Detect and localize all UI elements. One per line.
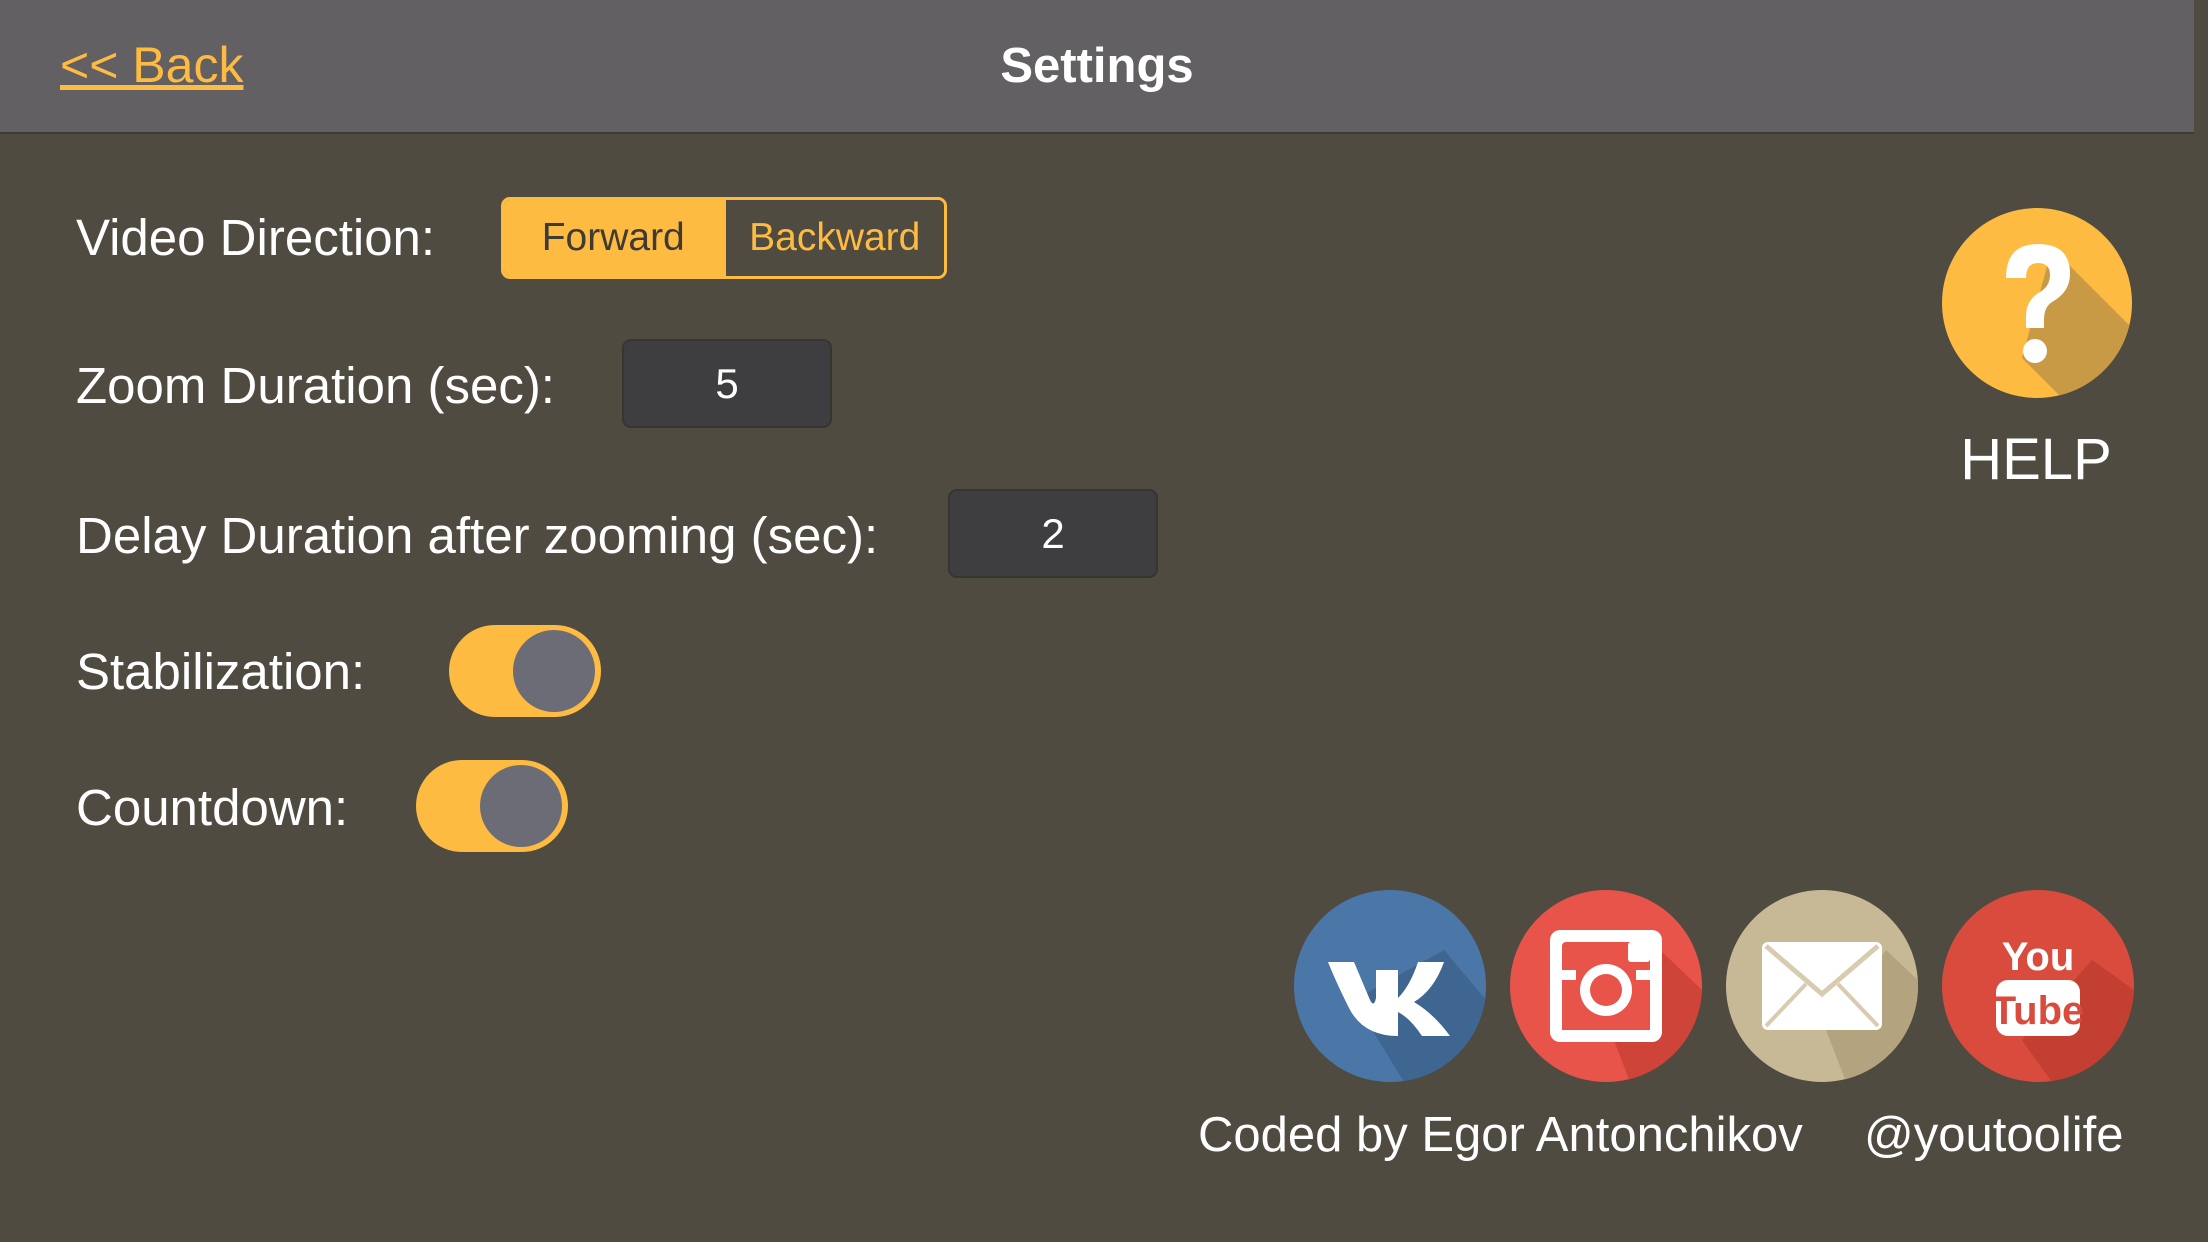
delay-duration-field[interactable]: 2 — [948, 489, 1158, 578]
help-button[interactable] — [1942, 208, 2132, 398]
vk-button[interactable] — [1294, 890, 1486, 1082]
mail-button[interactable] — [1726, 890, 1918, 1082]
help-label: HELP — [1960, 427, 2112, 492]
credit-text: Coded by Egor Antonchikov — [1198, 1108, 1803, 1162]
vk-icon — [1294, 890, 1486, 1082]
mail-icon — [1726, 890, 1918, 1082]
back-button[interactable]: << Back — [60, 36, 243, 94]
question-mark-icon — [1942, 208, 2132, 398]
svg-text:Tube: Tube — [1992, 989, 2085, 1033]
navigation-bar: Settings << Back — [0, 0, 2194, 134]
toggle-knob — [480, 765, 562, 847]
toggle-knob — [513, 630, 595, 712]
svg-text:You: You — [2002, 935, 2075, 979]
video-direction-segmented-control[interactable]: Forward Backward — [501, 197, 947, 279]
handle-text: @youtoolife — [1864, 1108, 2124, 1162]
countdown-toggle[interactable] — [416, 760, 568, 852]
zoom-duration-label: Zoom Duration (sec): — [76, 357, 555, 414]
forward-segment[interactable]: Forward — [504, 200, 723, 276]
stabilization-toggle[interactable] — [449, 625, 601, 717]
instagram-button[interactable] — [1510, 890, 1702, 1082]
video-direction-label: Video Direction: — [76, 209, 436, 266]
youtube-button[interactable]: You Tube — [1942, 890, 2134, 1082]
delay-duration-label: Delay Duration after zooming (sec): — [76, 507, 879, 564]
countdown-label: Countdown: — [76, 779, 349, 836]
instagram-icon — [1510, 890, 1702, 1082]
stabilization-label: Stabilization: — [76, 643, 366, 700]
backward-segment[interactable]: Backward — [722, 200, 944, 276]
page-title: Settings — [1000, 39, 1194, 93]
youtube-icon: You Tube — [1942, 890, 2134, 1082]
zoom-duration-field[interactable]: 5 — [622, 339, 832, 428]
